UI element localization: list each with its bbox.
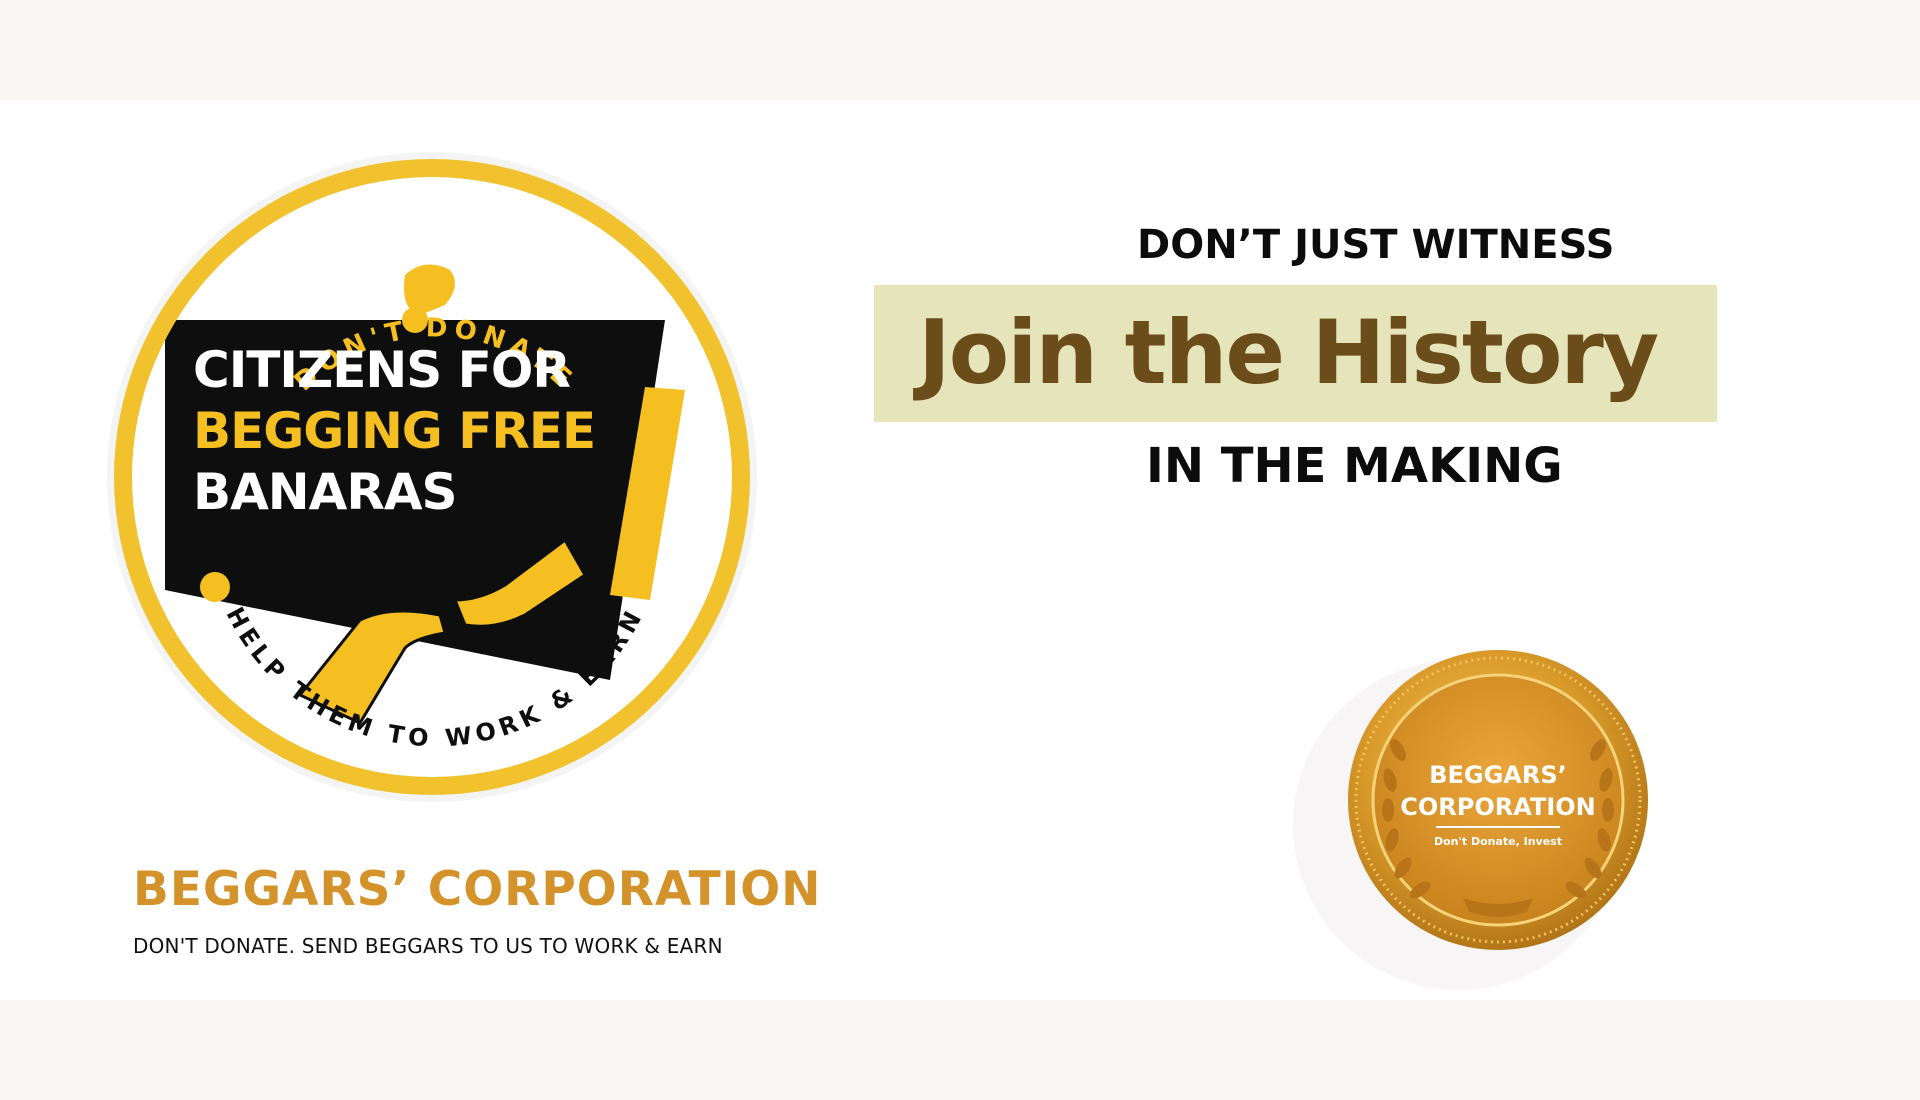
headline-top: DON’T JUST WITNESS <box>1137 222 1615 268</box>
bottom-band <box>0 1000 1920 1100</box>
brand-subtitle: DON'T DONATE. SEND BEGGARS TO US TO WORK… <box>133 934 723 958</box>
logo-line-3: BANARAS <box>193 463 457 521</box>
headline-bottom: IN THE MAKING <box>1146 438 1563 494</box>
logo-line-1: CITIZENS FOR <box>193 341 570 399</box>
headline-main: Join the History <box>918 301 1659 404</box>
brand-title: BEGGARS’ CORPORATION <box>133 862 822 917</box>
medal-line-1: BEGGARS’ <box>1429 761 1567 789</box>
medal-graphic: BEGGARS’ CORPORATION Don't Donate, Inves… <box>1293 650 1648 990</box>
logo-dot <box>200 572 230 602</box>
medal-tagline: Don't Donate, Invest <box>1434 835 1562 848</box>
medal-line-2: CORPORATION <box>1400 793 1595 821</box>
top-band <box>0 0 1920 100</box>
beggars-corporation-medal: BEGGARS’ CORPORATION Don't Donate, Inves… <box>1288 640 1653 1005</box>
citizens-logo-graphic: DON'T DONATE CITIZENS FOR BEGGING FREE B… <box>107 152 757 802</box>
logo-line-2: BEGGING FREE <box>193 402 595 460</box>
citizens-logo: DON'T DONATE CITIZENS FOR BEGGING FREE B… <box>105 150 760 805</box>
